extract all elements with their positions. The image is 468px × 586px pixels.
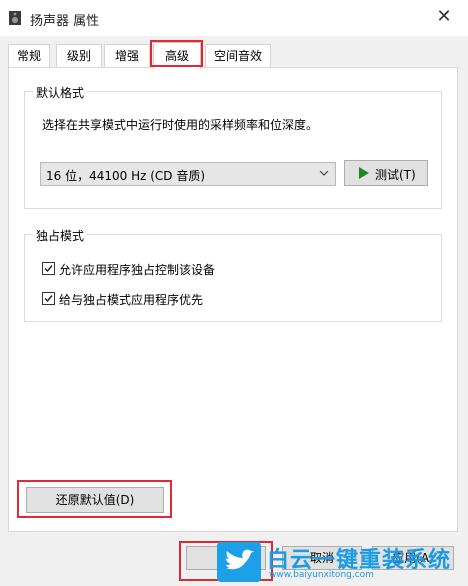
format-selected-value: 16 位，44100 Hz (CD 音质) [46, 169, 206, 183]
tab-label: 级别 [66, 49, 91, 63]
exclusive-mode-title: 独占模式 [33, 227, 88, 244]
restore-highlight-box [17, 480, 172, 518]
exclusive-mode-group: 独占模式 [24, 227, 442, 322]
allow-exclusive-label[interactable]: 允许应用程序独占控制该设备 [59, 261, 215, 278]
play-icon [359, 167, 369, 179]
default-format-group: 默认格式 [24, 84, 442, 209]
tab-label: 空间音效 [213, 49, 262, 63]
window-title: 扬声器 属性 [30, 14, 100, 29]
speaker-icon [9, 11, 21, 25]
format-dropdown[interactable]: 16 位，44100 Hz (CD 音质) [40, 162, 336, 186]
tab-levels[interactable]: 级别 [56, 44, 102, 67]
tab-general[interactable]: 常规 [8, 44, 50, 67]
watermark: 白云一键重装系统 www.baiyunxitong.com [215, 540, 463, 584]
watermark-url: www.baiyunxitong.com [269, 570, 374, 580]
default-format-title: 默认格式 [33, 84, 88, 101]
test-button[interactable]: 测试(T) [344, 160, 428, 186]
tab-label: 增强 [114, 49, 139, 63]
tab-highlight-box [150, 40, 203, 67]
bird-logo-icon [217, 542, 261, 582]
close-icon: ✕ [436, 6, 452, 27]
test-button-label: 测试(T) [375, 168, 416, 182]
chevron-down-icon [319, 170, 329, 176]
exclusive-priority-label[interactable]: 给与独占模式应用程序优先 [59, 291, 203, 308]
tab-spatial-sound[interactable]: 空间音效 [205, 44, 271, 67]
close-button[interactable]: ✕ [432, 6, 456, 30]
checkmark-icon [44, 265, 53, 273]
checkmark-icon [44, 295, 53, 303]
default-format-description: 选择在共享模式中运行时使用的采样频率和位深度。 [42, 118, 319, 132]
title-bar: 扬声器 属性 ✕ [0, 0, 468, 36]
exclusive-priority-checkbox[interactable] [42, 292, 55, 305]
allow-exclusive-checkbox[interactable] [42, 262, 55, 275]
tab-enhancements[interactable]: 增强 [104, 44, 150, 67]
tab-label: 常规 [16, 49, 41, 63]
